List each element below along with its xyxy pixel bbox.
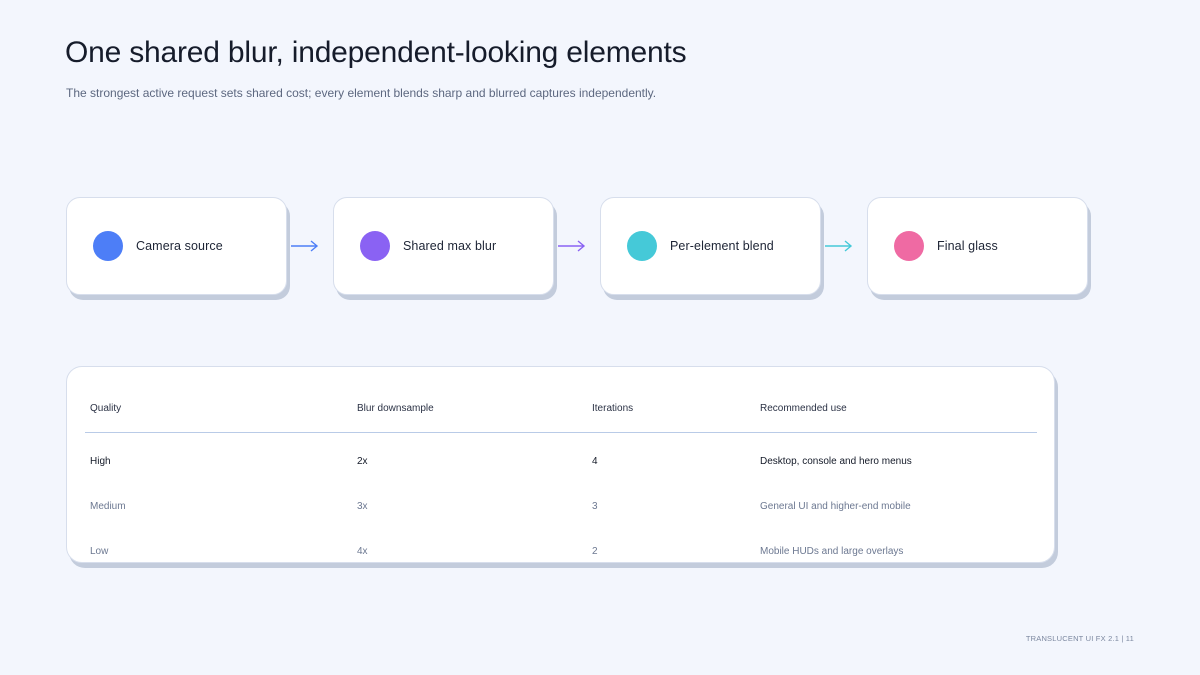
- arrow-right-icon: [558, 240, 586, 252]
- slide-subtitle: The strongest active request sets shared…: [66, 86, 657, 100]
- pipeline-card-label: Final glass: [937, 239, 998, 253]
- arrow-right-icon: [291, 240, 319, 252]
- camera-source-dot-icon: [93, 231, 123, 261]
- pipeline-card-label: Shared max blur: [403, 239, 497, 253]
- table-cell: High: [90, 456, 111, 467]
- pipeline-card-camera-source: Camera source: [66, 197, 287, 295]
- table-cell: 4x: [357, 546, 368, 557]
- pipeline-card-per-element-blend: Per-element blend: [600, 197, 821, 295]
- header-divider: [85, 432, 1037, 433]
- table-cell: 4: [592, 456, 598, 467]
- slide-title: One shared blur, independent-looking ele…: [65, 36, 687, 69]
- per-element-blend-dot-icon: [627, 231, 657, 261]
- pipeline-card-shared-max-blur: Shared max blur: [333, 197, 554, 295]
- table-cell: 3x: [357, 501, 368, 512]
- slide-footer: TRANSLUCENT UI FX 2.1 | 11: [1025, 634, 1134, 643]
- table-cell: 3: [592, 501, 598, 512]
- table-cell: Medium: [90, 501, 126, 512]
- column-header-recommended-use: Recommended use: [760, 403, 847, 414]
- table-cell: Low: [90, 546, 109, 557]
- quality-table: Quality Blur downsample Iterations Recom…: [66, 366, 1055, 563]
- table-cell: 2x: [357, 456, 368, 467]
- column-header-blur-downsample: Blur downsample: [357, 403, 434, 414]
- pipeline-card-label: Per-element blend: [670, 239, 774, 253]
- table-cell: General UI and higher-end mobile: [760, 501, 911, 512]
- column-header-iterations: Iterations: [592, 403, 634, 414]
- table-cell: Mobile HUDs and large overlays: [760, 546, 904, 557]
- pipeline-card-final-glass: Final glass: [867, 197, 1088, 295]
- column-header-quality: Quality: [90, 403, 122, 414]
- shared-max-blur-dot-icon: [360, 231, 390, 261]
- table-cell: Desktop, console and hero menus: [760, 456, 912, 467]
- final-glass-dot-icon: [894, 231, 924, 261]
- arrow-right-icon: [825, 240, 853, 252]
- slide: One shared blur, independent-looking ele…: [0, 0, 1200, 675]
- pipeline-card-label: Camera source: [136, 239, 223, 253]
- table-cell: 2: [592, 546, 598, 557]
